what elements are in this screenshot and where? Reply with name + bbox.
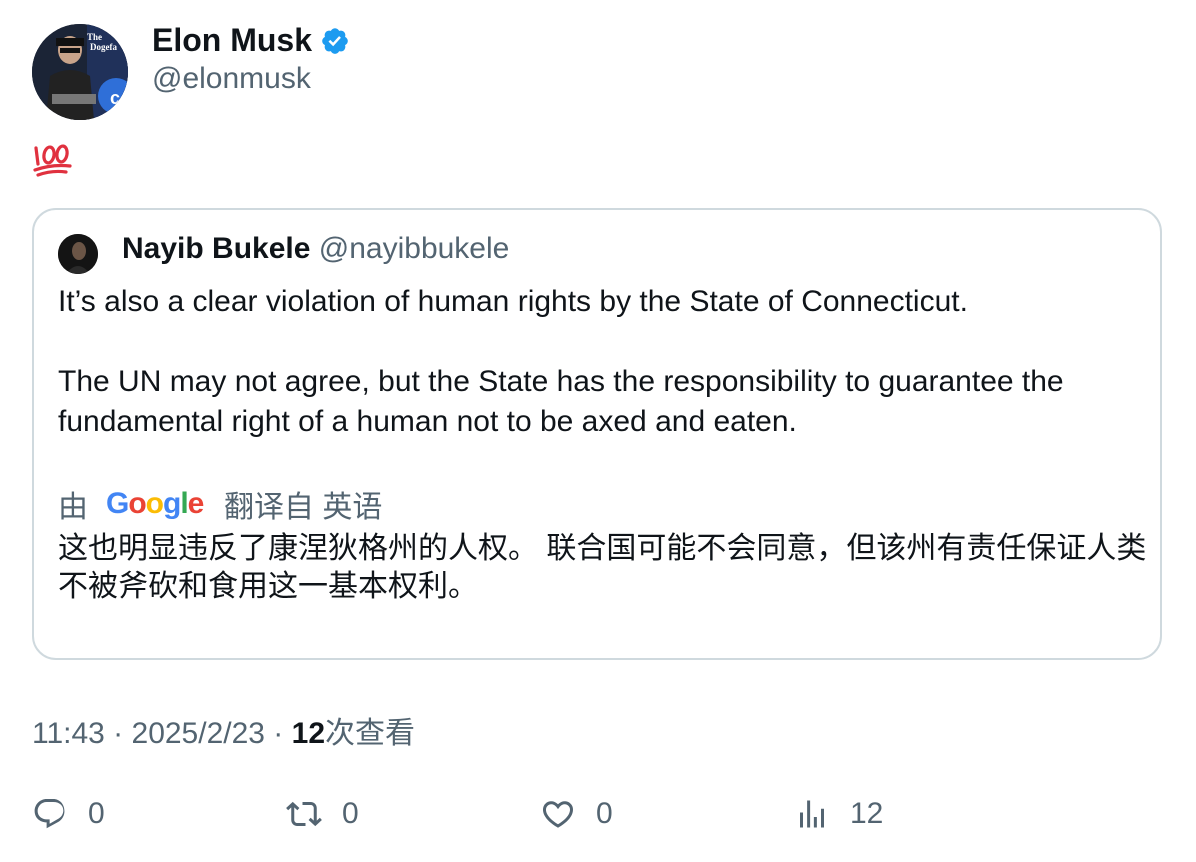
quoted-header: Nayib Bukele @nayibbukele [122,232,509,266]
quoted-author-name: Nayib Bukele [122,232,311,265]
hundred-points-emoji [32,140,72,180]
google-logo: Google [106,487,205,520]
views-count-bold: 12 [291,717,326,750]
views-label: 次查看 [325,717,416,750]
verified-badge-icon [322,27,348,54]
author-handle[interactable]: @elonmusk [152,62,311,96]
timestamp[interactable]: 11:43 · 2025/2/23 · [32,717,292,750]
translated-prefix: 由 [58,491,88,524]
author-name[interactable]: Elon Musk [152,22,312,59]
retweet-button[interactable]: 0 [286,796,359,832]
quoted-paragraph-2: The UN may not agree, but the State has … [58,365,1064,438]
reply-button[interactable]: 0 [32,796,105,832]
quoted-paragraph-1: It’s also a clear violation of human rig… [58,285,968,318]
views-button[interactable]: 12 [794,796,883,832]
quoted-text: It’s also a clear violation of human rig… [58,282,1148,442]
retweet-count: 0 [342,797,359,830]
reply-count: 0 [88,797,105,830]
svg-text:Dogefa: Dogefa [90,42,117,52]
translated-text: 这也明显违反了康涅狄格州的人权。 联合国可能不会同意，但该州有责任保证人类不被斧… [58,532,1147,603]
quoted-author-handle: @nayibbukele [318,232,510,265]
quoted-tweet-card[interactable]: Nayib Bukele @nayibbukele It’s also a cl… [32,208,1162,660]
author-name-row[interactable]: Elon Musk [152,22,350,59]
quoted-author-avatar [58,234,98,274]
views-count: 12 [850,797,884,830]
heart-icon [542,801,574,828]
translated-suffix: 翻译自 英语 [224,491,383,524]
svg-text:The: The [87,32,102,42]
tweet-metadata: 11:43 · 2025/2/23 · 12次查看 [32,708,415,752]
svg-text:c: c [110,88,120,108]
translation-attribution: 由 Google 翻译自 英语 [58,482,382,526]
like-button[interactable]: 0 [540,796,613,832]
analytics-icon [800,800,824,828]
retweet-icon [286,801,322,827]
action-bar: 0 0 0 12 [32,796,1162,836]
reply-icon [34,799,65,829]
like-count: 0 [596,797,613,830]
svg-text:Google: Google [106,487,204,520]
author-avatar[interactable]: c The Dogefa [32,24,128,120]
